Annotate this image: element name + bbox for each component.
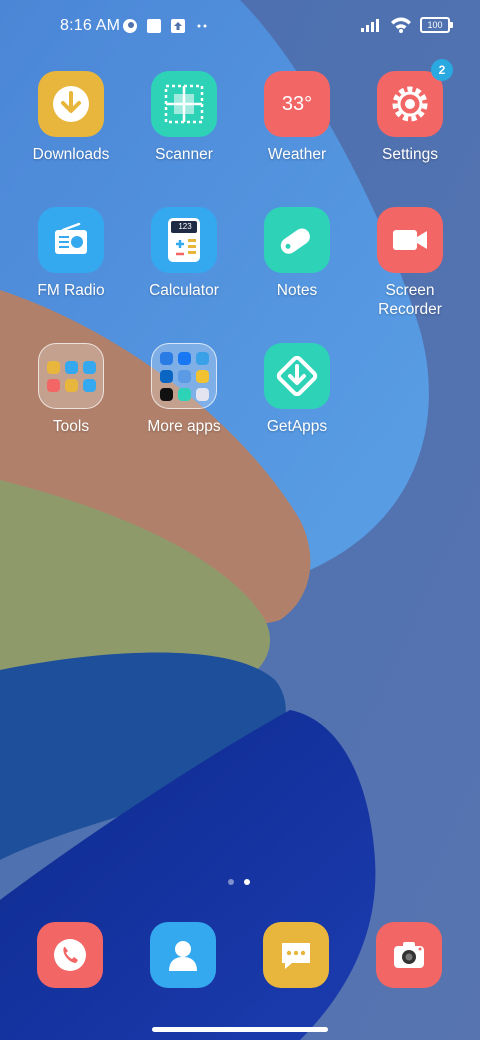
weather-temperature: 33°	[281, 92, 313, 115]
app-settings[interactable]: 2 Settings	[354, 59, 466, 164]
folder-more-apps[interactable]: More apps	[128, 343, 240, 436]
more-notifications-icon	[197, 24, 207, 28]
app-label: GetApps	[266, 418, 328, 435]
app-label: Tools	[52, 418, 90, 435]
calculator-icon: 123	[151, 207, 217, 273]
app-screen-recorder[interactable]: Screen Recorder	[354, 207, 466, 319]
dock-phone[interactable]	[37, 922, 103, 988]
scanner-icon	[151, 71, 217, 137]
mini-app-icon	[64, 378, 78, 392]
folder-icon	[38, 343, 104, 409]
page-indicator	[228, 879, 250, 885]
mini-app-icon	[177, 387, 191, 401]
app-label: Notes	[276, 282, 318, 299]
mini-app-icon	[82, 378, 96, 392]
mini-app-icon	[177, 369, 191, 383]
app-label: Scanner	[155, 146, 213, 163]
signal-icon	[361, 19, 379, 32]
app-label: Downloads	[32, 146, 110, 163]
app-getapps[interactable]: GetApps	[241, 343, 353, 436]
notification-upload-icon	[171, 19, 185, 33]
messages-icon	[282, 943, 310, 969]
getapps-icon	[264, 343, 330, 409]
app-label: Screen Recorder	[378, 282, 442, 318]
mini-app-icon	[64, 360, 78, 374]
notification-badge: 2	[431, 59, 453, 81]
mini-app-icon	[195, 387, 209, 401]
notification-square-icon	[147, 19, 161, 33]
mini-app-icon	[177, 351, 191, 365]
dock-messages[interactable]	[263, 922, 329, 988]
contacts-icon	[169, 941, 197, 971]
notification-app-icon	[123, 19, 137, 33]
dock-contacts[interactable]	[150, 922, 216, 988]
mini-app-icon	[46, 378, 60, 392]
page-dot[interactable]	[228, 879, 234, 885]
app-notes[interactable]: Notes	[241, 207, 353, 300]
app-calculator[interactable]: 123 Calculator	[128, 207, 240, 300]
weather-icon: 33°	[264, 71, 330, 137]
mini-app-icon	[46, 360, 60, 374]
dock-camera[interactable]	[376, 922, 442, 988]
notes-icon	[264, 207, 330, 273]
wifi-icon	[391, 17, 411, 33]
app-scanner[interactable]: Scanner	[128, 71, 240, 164]
app-fm-radio[interactable]: FM Radio	[15, 207, 127, 300]
system-icons: 100	[360, 17, 453, 33]
app-label: Settings	[381, 146, 438, 163]
app-label: Weather	[267, 146, 327, 163]
status-bar: 8:16 AM 100	[0, 0, 480, 56]
mini-app-icon	[195, 369, 209, 383]
page-dot-active[interactable]	[244, 879, 250, 885]
screen-recorder-icon	[377, 207, 443, 273]
app-label: Calculator	[149, 282, 219, 299]
app-label: More apps	[147, 418, 221, 435]
folder-icon	[151, 343, 217, 409]
app-downloads[interactable]: Downloads	[15, 71, 127, 164]
mini-app-icon	[195, 351, 209, 365]
app-label: FM Radio	[37, 282, 105, 299]
mini-app-icon	[82, 360, 96, 374]
battery-icon: 100	[420, 17, 453, 33]
radio-icon	[38, 207, 104, 273]
folder-tools[interactable]: Tools	[15, 343, 127, 436]
mini-app-icon	[159, 387, 173, 401]
app-weather[interactable]: 33° Weather	[241, 71, 353, 164]
status-time: 8:16 AM	[60, 17, 121, 34]
downloads-icon	[38, 71, 104, 137]
mini-app-icon	[159, 351, 173, 365]
gesture-navigation-bar[interactable]	[152, 1027, 328, 1032]
phone-icon	[54, 939, 86, 971]
settings-icon: 2	[377, 59, 453, 137]
camera-icon	[394, 942, 424, 968]
notification-icons	[122, 18, 210, 34]
mini-app-icon	[159, 369, 173, 383]
